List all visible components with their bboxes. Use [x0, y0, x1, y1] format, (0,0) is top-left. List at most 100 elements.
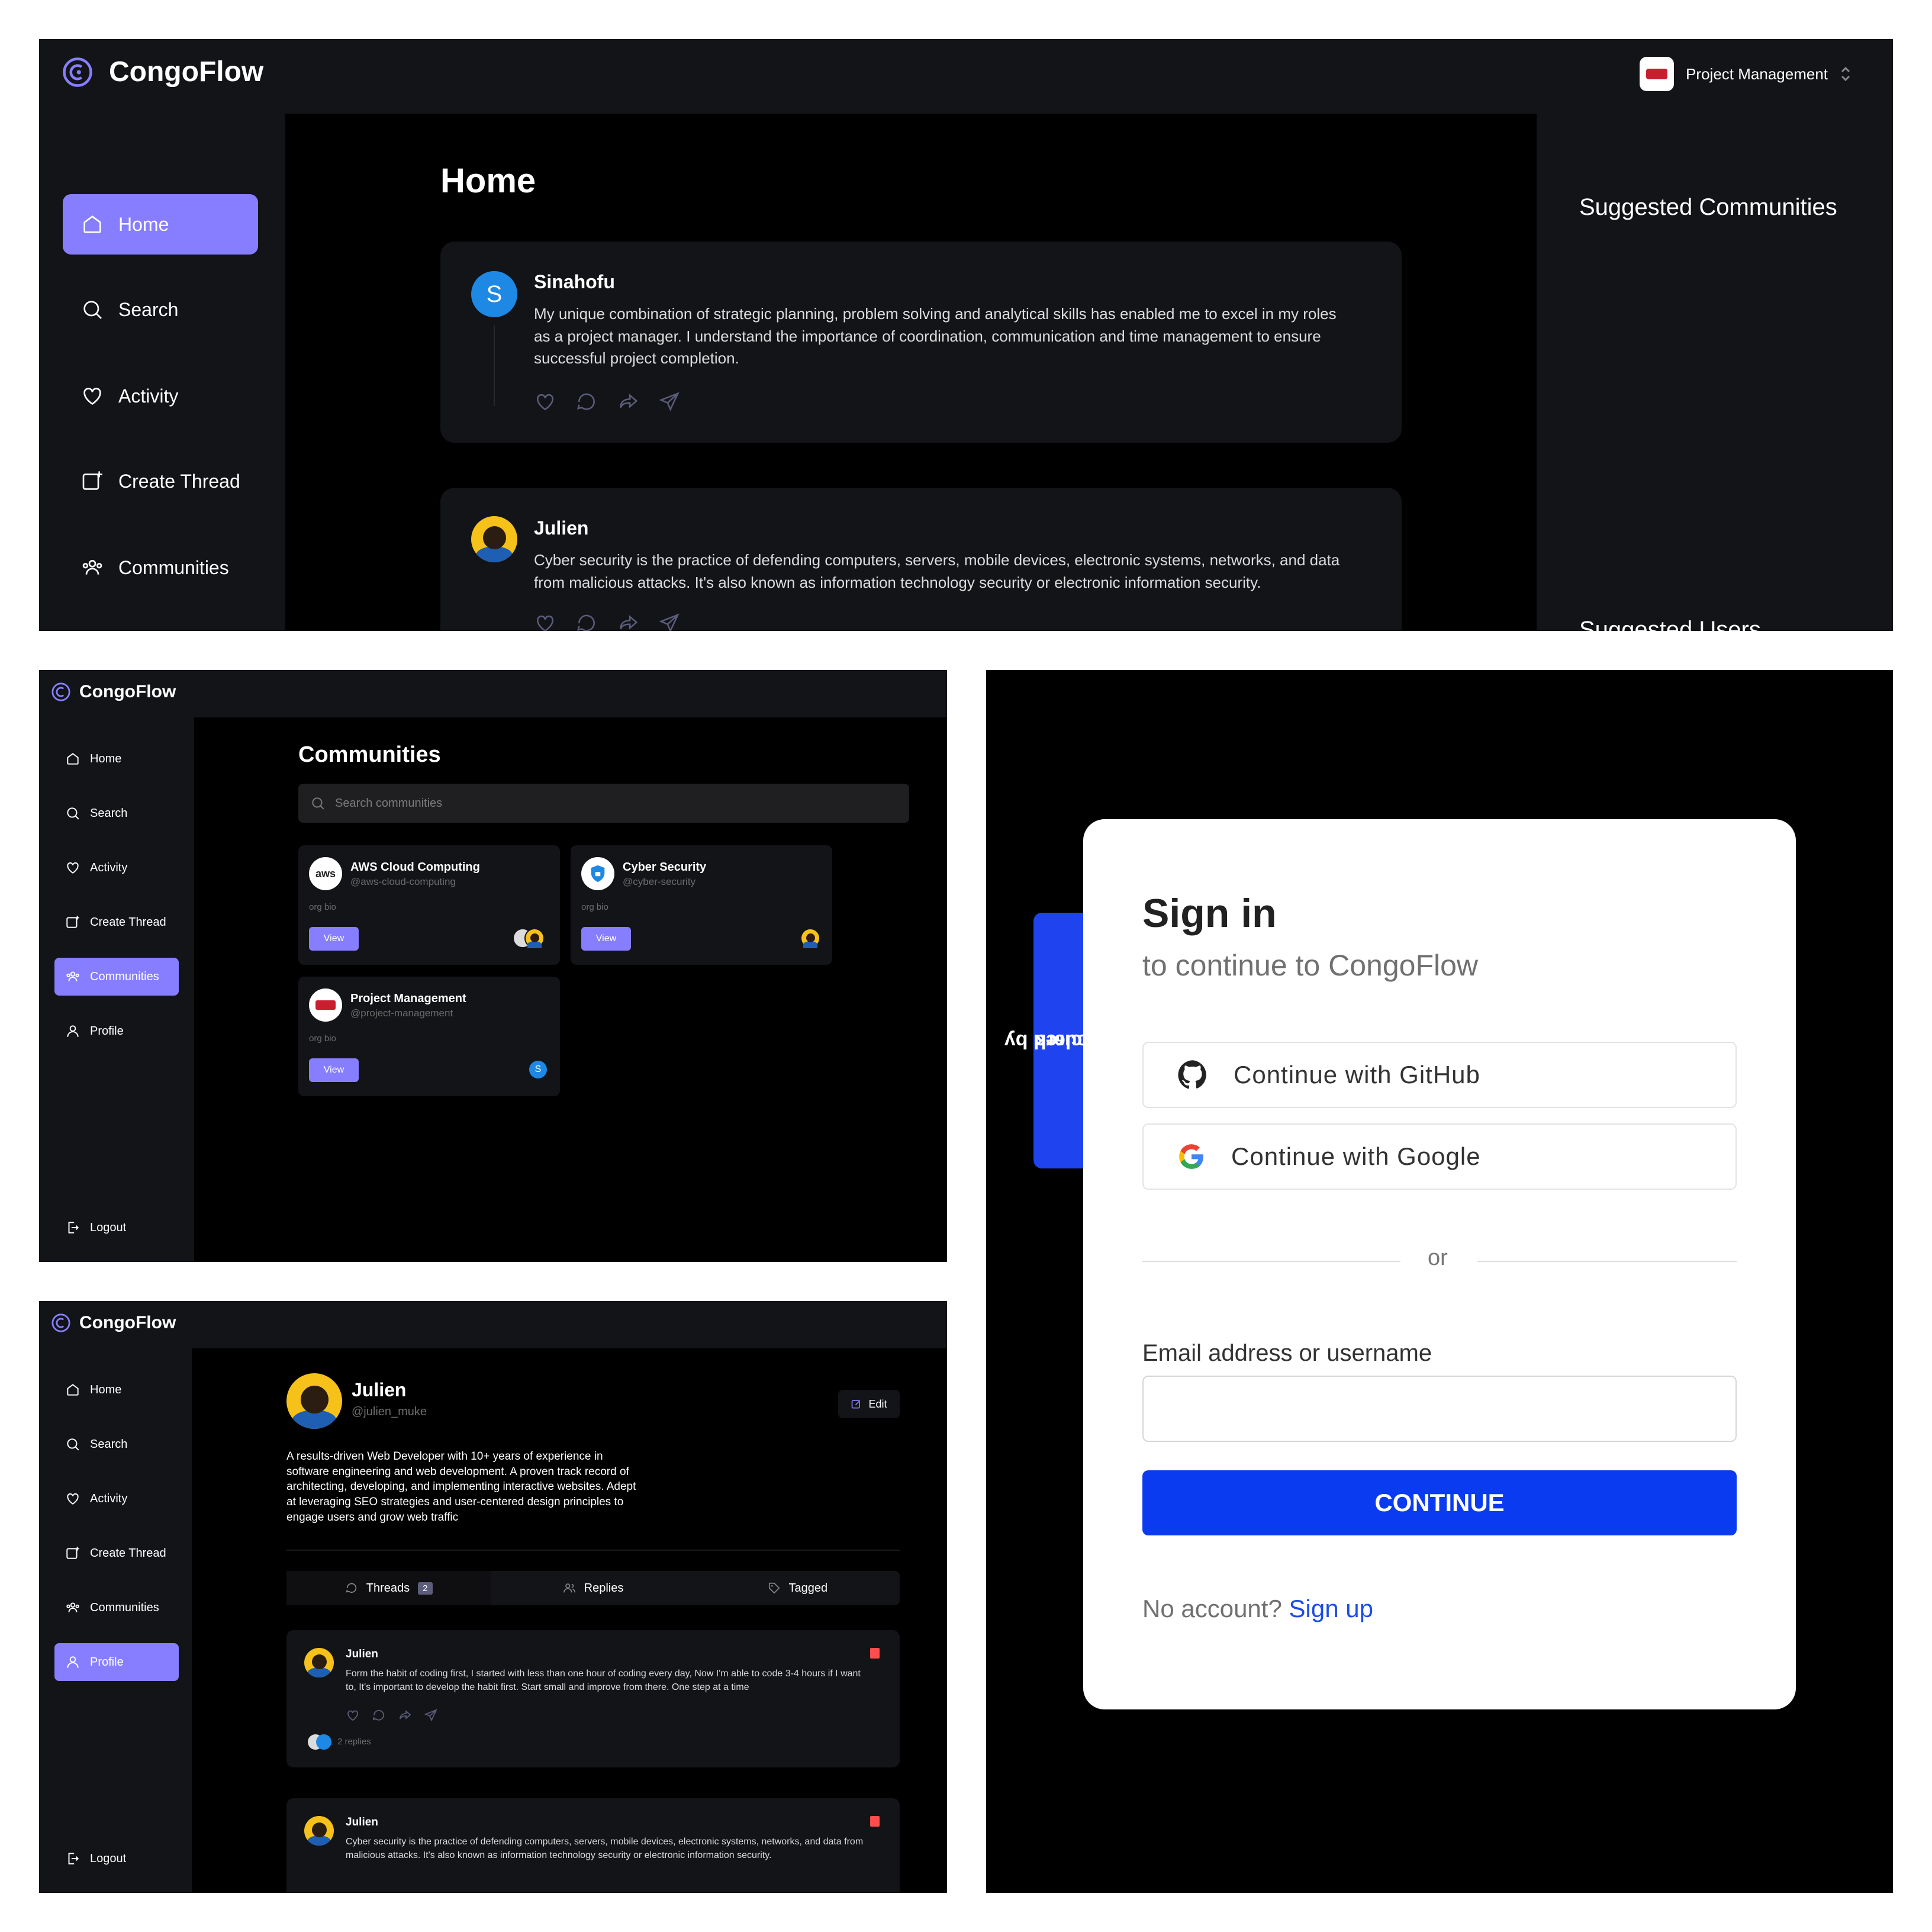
sidebar-item-label: Search	[90, 1437, 128, 1451]
sidebar-item-search[interactable]: Search	[54, 1425, 179, 1463]
sidebar-item-profile[interactable]: Profile	[63, 623, 258, 631]
thread-text: Cyber security is the practice of defend…	[346, 1837, 864, 1861]
continue-with-github-button[interactable]: Continue with GitHub	[1142, 1042, 1737, 1108]
view-button[interactable]: View	[309, 1058, 359, 1082]
member-avatar	[800, 928, 820, 948]
sidebar-item-activity[interactable]: Activity	[54, 849, 179, 887]
topbar: CongoFlow Project Management	[39, 39, 1893, 114]
sidebar-item-home[interactable]: Home	[63, 194, 258, 255]
sidebar-item-activity[interactable]: Activity	[63, 366, 258, 426]
delete-icon[interactable]	[870, 1816, 880, 1827]
thread-card[interactable]: Julien Form the habit of coding first, I…	[286, 1630, 900, 1767]
continue-button[interactable]: CONTINUE	[1142, 1470, 1737, 1535]
email-field[interactable]	[1142, 1376, 1737, 1442]
thread-card[interactable]: Julien Cyber security is the practice of…	[440, 488, 1402, 631]
community-name[interactable]: Project Management	[350, 992, 466, 1006]
create-thread-icon	[66, 1547, 79, 1559]
sidebar-item-search[interactable]: Search	[63, 279, 258, 340]
search-icon	[67, 1438, 79, 1451]
community-handle: @cyber-security	[623, 876, 696, 887]
sidebar-item-activity[interactable]: Activity	[54, 1480, 179, 1518]
thread-line	[494, 326, 495, 406]
search-input[interactable]: Search communities	[298, 784, 909, 823]
sidebar: Home Search Activity Create Thread Commu…	[39, 717, 194, 1262]
sidebar-item-create-thread[interactable]: Create Thread	[54, 1534, 179, 1572]
tab-tagged[interactable]: Tagged	[695, 1571, 900, 1605]
sidebar-item-label: Search	[118, 298, 179, 320]
avatar[interactable]	[304, 1648, 334, 1677]
share-icon[interactable]	[424, 1708, 438, 1722]
repost-icon[interactable]	[617, 391, 639, 413]
tab-threads[interactable]: Threads 2	[286, 1571, 491, 1605]
app-logo[interactable]: CongoFlow	[51, 682, 176, 702]
profile-screen: CongoFlow Home Search Activity Create Th…	[39, 1301, 947, 1893]
tab-label: Tagged	[788, 1581, 828, 1595]
community-logo[interactable]	[581, 857, 614, 890]
community-handle: @project-management	[350, 1007, 453, 1019]
sidebar-item-home[interactable]: Home	[54, 1371, 179, 1409]
avatar[interactable]	[471, 516, 517, 562]
sidebar-item-create-thread[interactable]: Create Thread	[63, 451, 258, 511]
reply-icon[interactable]	[372, 1708, 386, 1722]
view-button[interactable]: View	[581, 927, 631, 951]
view-button[interactable]: View	[309, 927, 359, 951]
right-sidebar: Suggested Communities Suggested Users	[1537, 114, 1893, 631]
app-name: CongoFlow	[79, 1313, 176, 1332]
sidebar-item-search[interactable]: Search	[54, 794, 179, 832]
repost-icon[interactable]	[398, 1708, 412, 1722]
delete-icon[interactable]	[870, 1648, 880, 1659]
app-logo[interactable]: CongoFlow	[62, 56, 263, 88]
reply-icon[interactable]	[575, 391, 598, 413]
sidebar-item-label: Communities	[118, 556, 229, 578]
heart-icon[interactable]	[534, 612, 556, 631]
avatar[interactable]	[304, 1816, 334, 1846]
community-name[interactable]: AWS Cloud Computing	[350, 861, 480, 874]
share-icon[interactable]	[658, 391, 681, 413]
logout-button[interactable]: Logout	[54, 1209, 179, 1247]
author-name[interactable]: Julien	[534, 517, 588, 539]
heart-icon[interactable]	[534, 391, 556, 413]
author-name[interactable]: Julien	[346, 1816, 378, 1829]
reply-avatar	[316, 1734, 331, 1750]
thread-text: My unique combination of strategic plann…	[534, 305, 1337, 368]
app-logo[interactable]: CongoFlow	[51, 1313, 176, 1333]
replies-count[interactable]: 2 replies	[337, 1737, 371, 1747]
communities-screen: CongoFlow Home Search Activity Create Th…	[39, 670, 947, 1262]
sidebar-item-label: Create Thread	[90, 1546, 166, 1560]
sidebar-item-profile[interactable]: Profile	[54, 1643, 179, 1681]
community-name[interactable]: Cyber Security	[623, 861, 706, 874]
no-account-label: No account?	[1142, 1595, 1282, 1622]
thread-card[interactable]: S Sinahofu My unique combination of stra…	[440, 242, 1402, 443]
tab-count-badge: 2	[418, 1582, 433, 1595]
sidebar-item-home[interactable]: Home	[54, 740, 179, 778]
continue-with-google-button[interactable]: Continue with Google	[1142, 1123, 1737, 1190]
thread-card[interactable]: Julien Cyber security is the practice of…	[286, 1798, 900, 1893]
avatar[interactable]: S	[471, 271, 517, 317]
author-name[interactable]: Sinahofu	[534, 271, 615, 293]
share-icon[interactable]	[658, 612, 681, 631]
org-switcher[interactable]: Project Management	[1640, 57, 1852, 91]
sidebar-item-label: Activity	[90, 861, 128, 874]
sidebar-item-label: Create Thread	[90, 915, 166, 929]
edit-profile-button[interactable]: Edit	[838, 1390, 900, 1418]
heart-icon[interactable]	[346, 1708, 360, 1722]
home-screen: CongoFlow Project Management Home Search…	[39, 39, 1893, 631]
sidebar-item-label: Profile	[90, 1024, 124, 1038]
sidebar-item-communities[interactable]: Communities	[54, 958, 179, 996]
sidebar-item-create-thread[interactable]: Create Thread	[54, 903, 179, 941]
community-logo[interactable]	[309, 988, 342, 1022]
member-avatar: S	[528, 1060, 548, 1080]
sidebar-item-profile[interactable]: Profile	[54, 1012, 179, 1050]
logout-button[interactable]: Logout	[54, 1840, 179, 1878]
signup-link[interactable]: Sign up	[1289, 1595, 1373, 1622]
secured-by-clerk-badge[interactable]: Secured by ◔ clerk	[1004, 913, 1113, 1168]
community-logo[interactable]: aws	[309, 857, 342, 890]
user-icon	[67, 1656, 79, 1668]
reply-icon[interactable]	[575, 612, 598, 631]
repost-icon[interactable]	[617, 612, 639, 631]
author-name[interactable]: Julien	[346, 1648, 378, 1661]
tab-replies[interactable]: Replies	[491, 1571, 695, 1605]
clerk-label: clerk	[1035, 1029, 1082, 1052]
sidebar-item-communities[interactable]: Communities	[63, 537, 258, 598]
sidebar-item-communities[interactable]: Communities	[54, 1589, 179, 1627]
